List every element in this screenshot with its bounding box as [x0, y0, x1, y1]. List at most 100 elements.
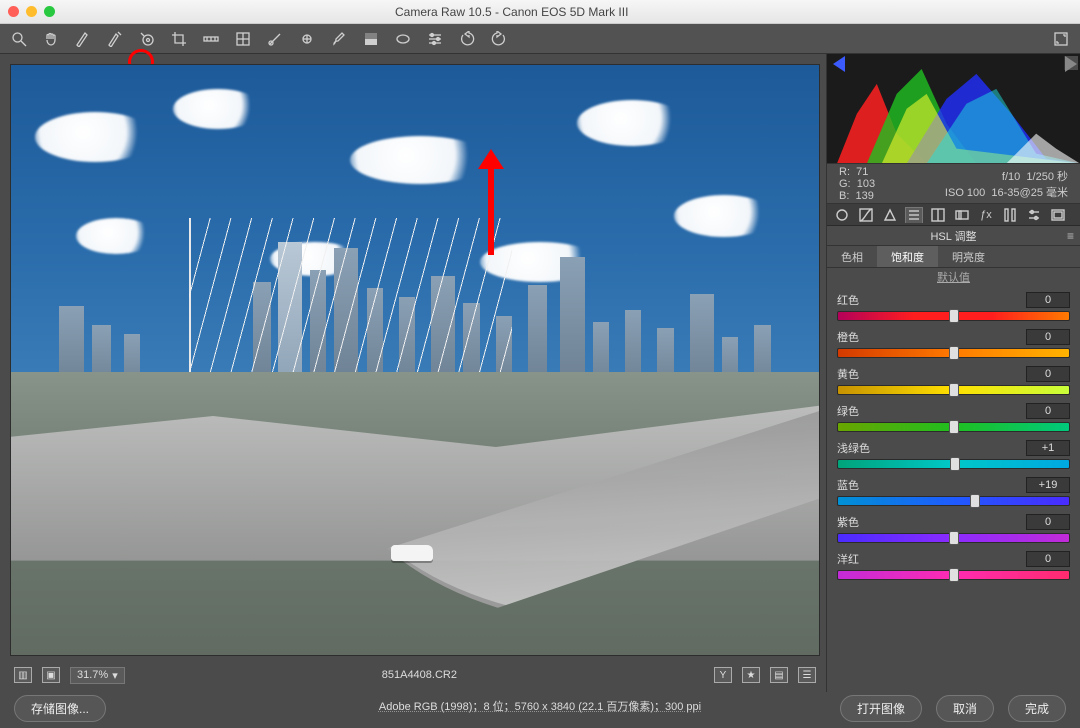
slider-thumb-magentas[interactable]: [949, 568, 959, 582]
slider-magentas: 洋红 0: [837, 551, 1070, 580]
tab-detail-icon[interactable]: [881, 207, 899, 223]
titlebar: Camera Raw 10.5 - Canon EOS 5D Mark III: [0, 0, 1080, 24]
slider-value-reds[interactable]: 0: [1026, 292, 1070, 308]
save-image-button[interactable]: 存储图像...: [14, 695, 106, 722]
close-window[interactable]: [8, 6, 19, 17]
grid-view-icon[interactable]: ▥: [14, 667, 32, 683]
tab-curve-icon[interactable]: [857, 207, 875, 223]
minimize-window[interactable]: [26, 6, 37, 17]
subtab-hue[interactable]: 色相: [827, 246, 877, 267]
panel-title: HSL 调整: [930, 228, 976, 244]
white-balance-tool-icon[interactable]: [74, 30, 92, 48]
image-pane: ▥ ▣ 31.7% ▾ 851A4408.CR2 Y ★ ▤ ☰: [0, 54, 826, 692]
rotate-cw-icon[interactable]: [490, 30, 508, 48]
filmstrip-bar: ▥ ▣ 31.7% ▾ 851A4408.CR2 Y ★ ▤ ☰: [10, 662, 820, 688]
maximize-window[interactable]: [44, 6, 55, 17]
filename-label: 851A4408.CR2: [135, 669, 704, 681]
slider-value-aquas[interactable]: +1: [1026, 440, 1070, 456]
open-image-button[interactable]: 打开图像: [840, 695, 922, 722]
slider-label-purples: 紫色: [837, 514, 859, 530]
before-after-icon[interactable]: Y: [714, 667, 732, 683]
slider-thumb-reds[interactable]: [949, 309, 959, 323]
slider-value-purples[interactable]: 0: [1026, 514, 1070, 530]
slider-thumb-yellows[interactable]: [949, 383, 959, 397]
slider-label-yellows: 黄色: [837, 366, 859, 382]
app-frame: ▥ ▣ 31.7% ▾ 851A4408.CR2 Y ★ ▤ ☰: [0, 24, 1080, 728]
slider-thumb-blues[interactable]: [970, 494, 980, 508]
settings-sliders-icon[interactable]: ☰: [798, 667, 816, 683]
slider-thumb-aquas[interactable]: [950, 457, 960, 471]
done-button[interactable]: 完成: [1008, 695, 1066, 722]
slider-label-aquas: 浅绿色: [837, 440, 870, 456]
hsl-subtabs: 色相 饱和度 明亮度: [827, 246, 1080, 268]
slider-track-oranges[interactable]: [837, 348, 1070, 358]
rating-icon[interactable]: ★: [742, 667, 760, 683]
fullscreen-icon[interactable]: [1052, 30, 1070, 48]
slider-track-reds[interactable]: [837, 311, 1070, 321]
slider-thumb-oranges[interactable]: [949, 346, 959, 360]
preferences-tool-icon[interactable]: [426, 30, 444, 48]
zoom-select[interactable]: 31.7% ▾: [70, 667, 125, 684]
hand-tool-icon[interactable]: [42, 30, 60, 48]
window-controls: [8, 6, 55, 17]
slider-value-oranges[interactable]: 0: [1026, 329, 1070, 345]
subtab-luminance[interactable]: 明亮度: [938, 246, 999, 267]
slider-value-yellows[interactable]: 0: [1026, 366, 1070, 382]
rotate-ccw-icon[interactable]: [458, 30, 476, 48]
slider-thumb-purples[interactable]: [949, 531, 959, 545]
zoom-value: 31.7%: [77, 669, 108, 681]
slider-aquas: 浅绿色 +1: [837, 440, 1070, 469]
tab-calibration-icon[interactable]: [1001, 207, 1019, 223]
transform-tool-icon[interactable]: [234, 30, 252, 48]
slider-value-magentas[interactable]: 0: [1026, 551, 1070, 567]
subtab-saturation[interactable]: 饱和度: [877, 246, 938, 267]
crop-tool-icon[interactable]: [170, 30, 188, 48]
slider-track-purples[interactable]: [837, 533, 1070, 543]
rgb-readout: R: 71 G: 103 B: 139: [839, 166, 875, 202]
cancel-button[interactable]: 取消: [936, 695, 994, 722]
image-canvas[interactable]: [10, 64, 820, 656]
tab-fx-icon[interactable]: ƒx: [977, 207, 995, 223]
slider-track-greens[interactable]: [837, 422, 1070, 432]
canvas-wrap: [10, 64, 820, 656]
panel-menu-icon[interactable]: ≡: [1067, 229, 1074, 243]
panel-title-bar: HSL 调整 ≡: [827, 226, 1080, 246]
slider-thumb-greens[interactable]: [949, 420, 959, 434]
slider-track-yellows[interactable]: [837, 385, 1070, 395]
straighten-tool-icon[interactable]: [202, 30, 220, 48]
slider-label-oranges: 橙色: [837, 329, 859, 345]
slider-track-magentas[interactable]: [837, 570, 1070, 580]
mark-icon[interactable]: ▤: [770, 667, 788, 683]
color-sampler-tool-icon[interactable]: [106, 30, 124, 48]
tab-presets-icon[interactable]: [1025, 207, 1043, 223]
targeted-adjustment-tool-icon[interactable]: [138, 30, 156, 48]
exif-readout: f/10 1/250 秒 ISO 100 16-35@25 毫米: [945, 168, 1068, 200]
histogram[interactable]: [827, 54, 1080, 164]
radial-filter-tool-icon[interactable]: [394, 30, 412, 48]
slider-track-aquas[interactable]: [837, 459, 1070, 469]
main-area: ▥ ▣ 31.7% ▾ 851A4408.CR2 Y ★ ▤ ☰: [0, 54, 1080, 692]
tab-lens-icon[interactable]: [953, 207, 971, 223]
chevron-down-icon: ▾: [112, 669, 118, 682]
spot-removal-tool-icon[interactable]: [266, 30, 284, 48]
tab-snapshots-icon[interactable]: [1049, 207, 1067, 223]
zoom-tool-icon[interactable]: [10, 30, 28, 48]
graduated-filter-tool-icon[interactable]: [362, 30, 380, 48]
single-view-icon[interactable]: ▣: [42, 667, 60, 683]
red-eye-tool-icon[interactable]: [298, 30, 316, 48]
slider-yellows: 黄色 0: [837, 366, 1070, 395]
slider-track-blues[interactable]: [837, 496, 1070, 506]
panel-tabstrip: ƒx: [827, 204, 1080, 226]
photo-preview: [11, 65, 819, 655]
defaults-link[interactable]: 默认值: [827, 268, 1080, 288]
window-title: Camera Raw 10.5 - Canon EOS 5D Mark III: [395, 5, 628, 19]
slider-value-blues[interactable]: +19: [1026, 477, 1070, 493]
tab-basic-icon[interactable]: [833, 207, 851, 223]
slider-value-greens[interactable]: 0: [1026, 403, 1070, 419]
slider-label-magentas: 洋红: [837, 551, 859, 567]
adjustment-brush-tool-icon[interactable]: [330, 30, 348, 48]
tab-split-icon[interactable]: [929, 207, 947, 223]
toolbar: [0, 24, 1080, 54]
footer-bar: 存储图像... 打开图像 取消 完成: [0, 695, 1080, 722]
tab-hsl-icon[interactable]: [905, 207, 923, 223]
